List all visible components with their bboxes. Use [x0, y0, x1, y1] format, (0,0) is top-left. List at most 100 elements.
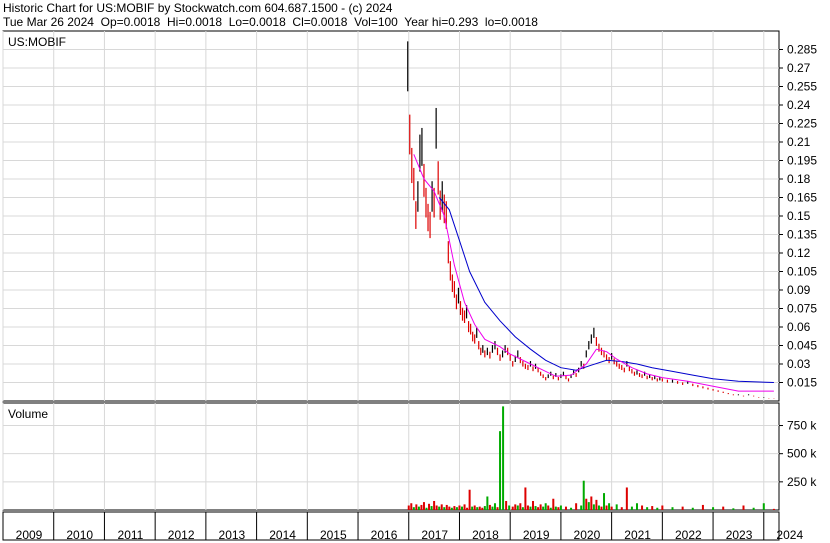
price-y-tick-label: 0.27 [787, 61, 811, 75]
volume-bar [661, 505, 664, 510]
volume-bar [440, 504, 443, 510]
volume-bar [587, 502, 590, 510]
x-axis-tick-label: 2011 [118, 528, 144, 542]
volume-bar [742, 505, 745, 510]
volume-bar [701, 504, 704, 510]
volume-bar [488, 504, 491, 510]
price-y-tick-label: 0.105 [787, 265, 817, 279]
x-axis-tick-label: 2024 [776, 528, 803, 542]
volume-bar [656, 507, 659, 510]
volume-bar [590, 496, 593, 510]
volume-bar [455, 507, 458, 510]
price-y-tick-label: 0.24 [787, 98, 811, 112]
volume-bar [542, 506, 545, 510]
volume-bar [417, 506, 420, 510]
volume-bar [422, 502, 425, 510]
volume-bar [438, 506, 441, 510]
volume-bar [412, 507, 415, 510]
volume-bar [468, 489, 471, 510]
price-y-tick-label: 0.015 [787, 376, 817, 390]
volume-bar [605, 505, 608, 510]
price-y-tick-label: 0.045 [787, 339, 817, 353]
volume-bar [415, 504, 418, 510]
volume-bar [430, 506, 433, 510]
x-axis-tick-label: 2016 [371, 528, 398, 542]
price-y-tick-label: 0.15 [787, 209, 811, 223]
x-axis-tick-label: 2017 [421, 528, 448, 542]
volume-bar [580, 505, 583, 510]
volume-bar [544, 503, 547, 510]
volume-bar [570, 507, 573, 510]
volume-bar [463, 504, 466, 510]
volume-bar [539, 504, 542, 510]
volume-bar [681, 506, 684, 510]
volume-bar [625, 487, 628, 510]
price-y-tick-label: 0.09 [787, 283, 811, 297]
volume-bar [671, 507, 674, 510]
volume-bar [772, 508, 775, 510]
x-axis-tick-label: 2009 [16, 528, 43, 542]
volume-bar [732, 508, 735, 510]
price-y-axis: 0.015 0.03 0.045 0.06 0.075 0.09 0.105 0.12 0.13… [779, 43, 817, 390]
price-y-tick-label: 0.03 [787, 357, 811, 371]
volume-bar [752, 507, 755, 510]
volume-bar [410, 503, 413, 510]
volume-panel-label: Volume [8, 407, 48, 421]
volume-bar [499, 431, 502, 510]
x-axis-tick-label: 2010 [66, 528, 93, 542]
volume-bar [443, 507, 446, 510]
volume-bar [458, 505, 461, 510]
volume-bar [559, 505, 562, 510]
volume-bar [620, 507, 623, 510]
price-y-tick-label: 0.195 [787, 154, 817, 168]
volume-bar [526, 505, 529, 510]
price-y-tick-label: 0.21 [787, 135, 811, 149]
volume-bar [450, 507, 453, 510]
volume-bar [529, 506, 532, 510]
volume-bar [425, 507, 428, 510]
price-y-tick-label: 0.135 [787, 228, 817, 242]
volume-bar [592, 504, 595, 510]
volume-bar [722, 506, 725, 510]
x-axis-tick-label: 2019 [523, 528, 550, 542]
price-y-tick-label: 0.165 [787, 191, 817, 205]
volume-bar [448, 506, 451, 510]
volume-bar [762, 503, 765, 510]
volume-bar [603, 493, 606, 510]
volume-bar [524, 487, 527, 510]
x-axis-tick-label: 2021 [624, 528, 651, 542]
volume-bar [433, 500, 436, 510]
volume-bar [514, 504, 517, 510]
volume-bar [608, 503, 611, 510]
price-grid [2, 31, 779, 401]
x-axis-tick-label: 2018 [472, 528, 499, 542]
volume-bar [635, 503, 638, 510]
price-y-tick-label: 0.285 [787, 43, 817, 57]
volume-bar [505, 500, 508, 510]
volume-bar [600, 506, 603, 510]
volume-bar [641, 505, 644, 510]
volume-bar [428, 503, 431, 510]
price-y-tick-label: 0.075 [787, 302, 817, 316]
volume-bar [471, 506, 474, 510]
volume-bar [585, 498, 588, 510]
x-axis-tick-label: 2022 [675, 528, 702, 542]
volume-bar [453, 506, 456, 510]
volume-bar [597, 505, 600, 510]
x-axis-tick-label: 2015 [320, 528, 347, 542]
volume-bar [557, 507, 560, 510]
volume-y-tick-label: 500 k [787, 447, 817, 461]
volume-bar [516, 505, 519, 510]
volume-y-tick-label: 250 k [787, 475, 817, 489]
volume-bar [532, 500, 535, 510]
price-y-tick-label: 0.225 [787, 117, 817, 131]
price-panel-label: US:MOBIF [8, 35, 66, 49]
volume-bar [461, 506, 464, 510]
volume-bar [466, 507, 469, 510]
x-axis-tick-label: 2014 [269, 528, 296, 542]
volume-bar [630, 506, 633, 510]
volume-bar [496, 507, 499, 510]
volume-bar [493, 503, 496, 510]
volume-bar [502, 406, 505, 510]
volume-bar [552, 498, 555, 510]
